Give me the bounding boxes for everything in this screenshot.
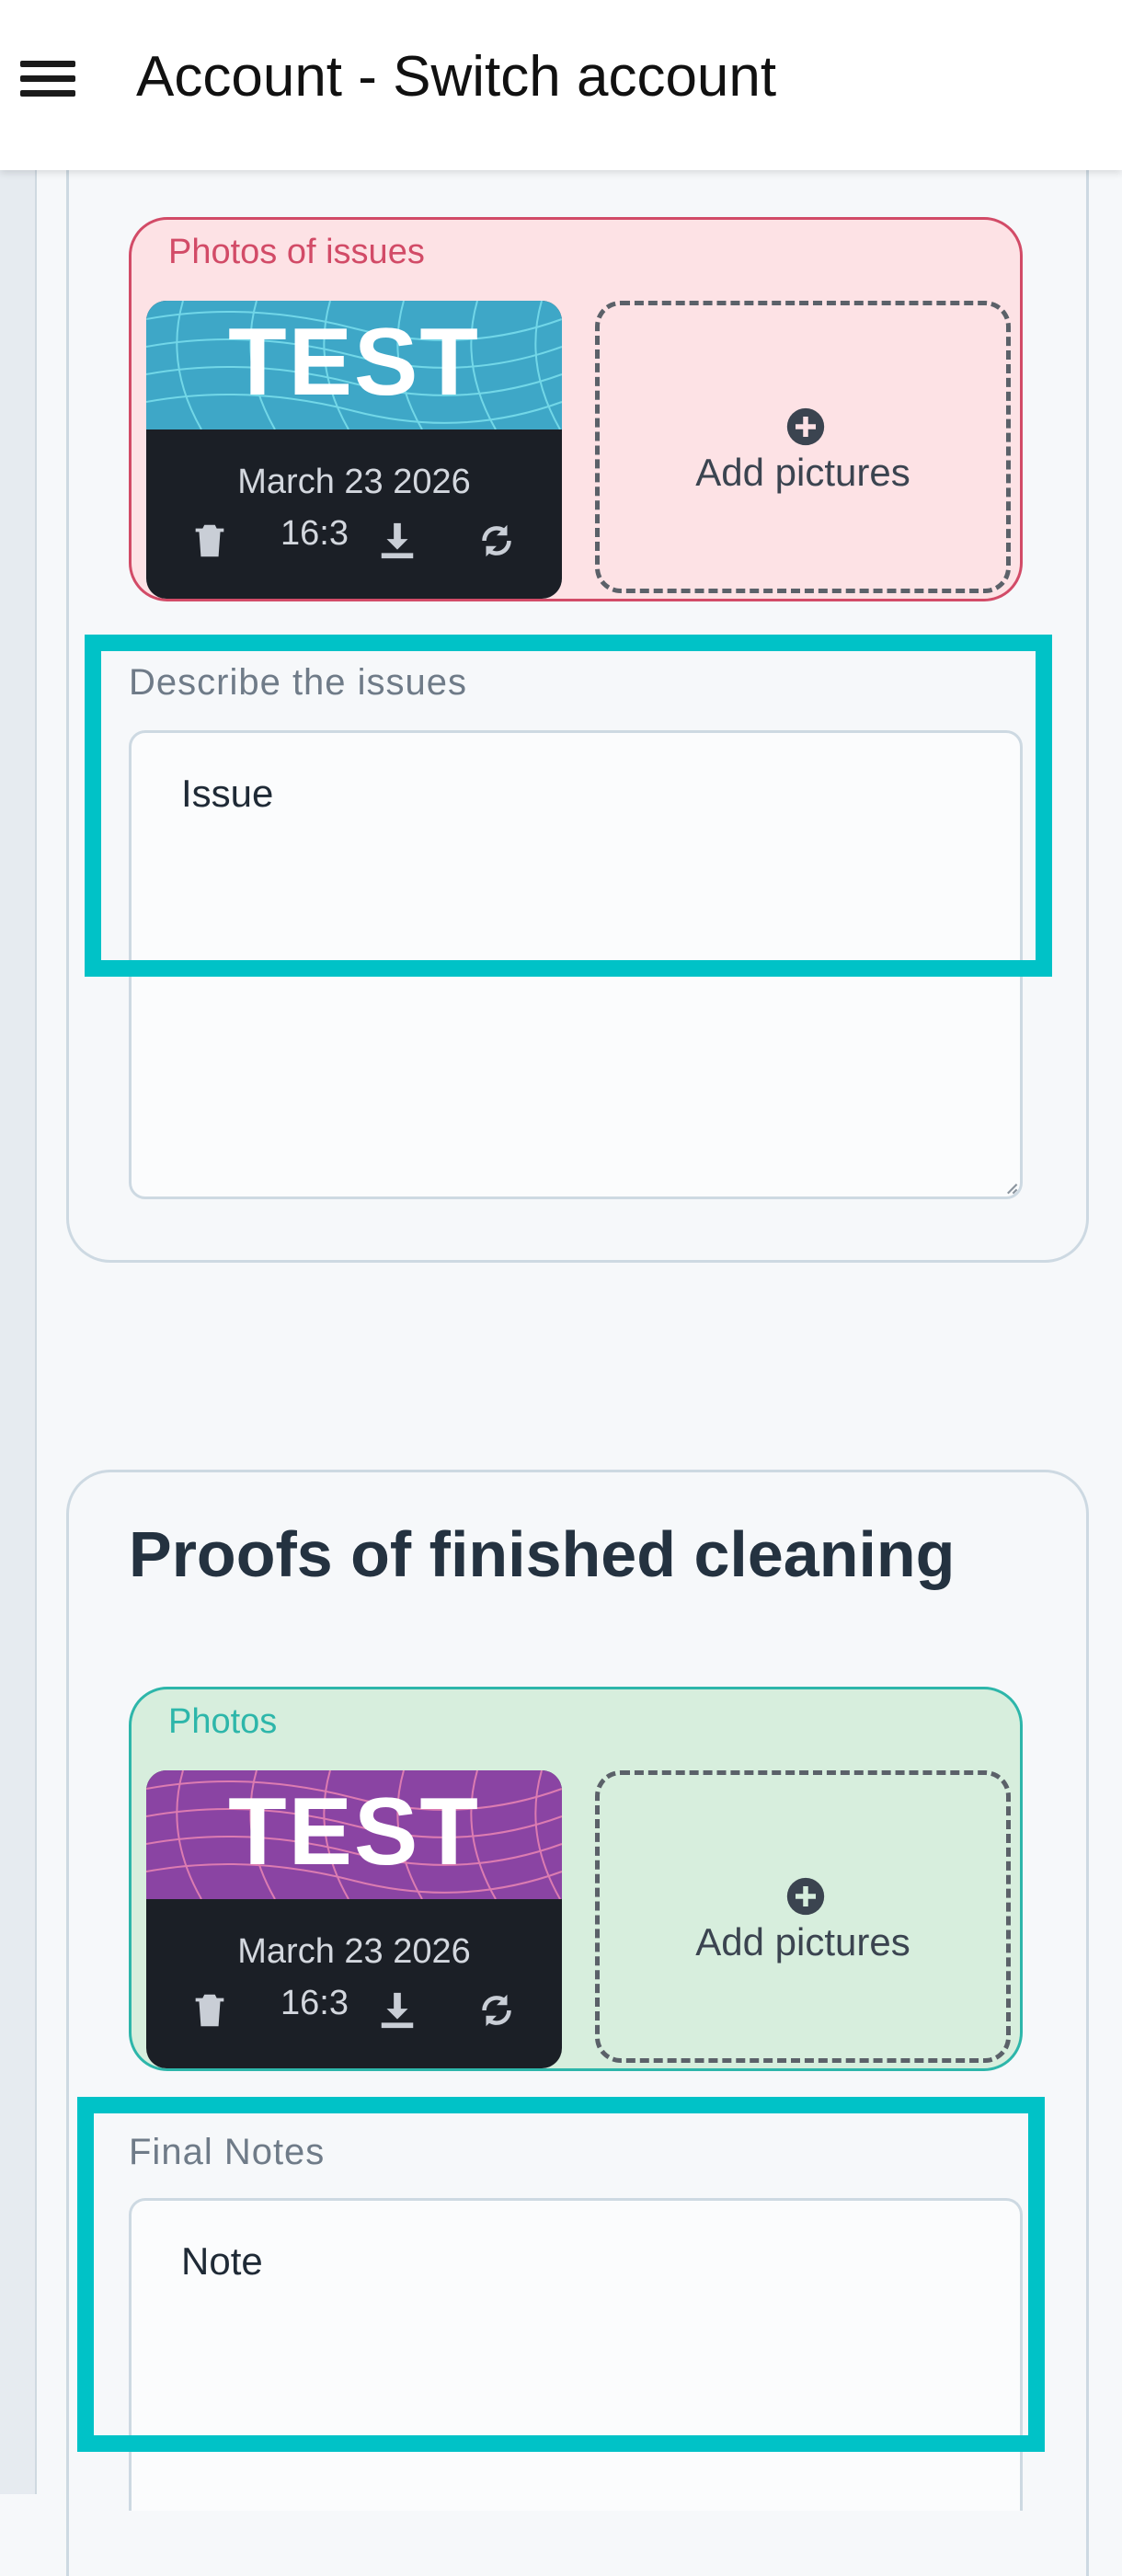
app-header: Account - Switch account	[0, 0, 1122, 170]
proofs-photos-panel: Photos TEST IMAGE March 23 2026 16:3 Add…	[129, 1687, 1023, 2071]
sync-icon[interactable]	[475, 520, 518, 562]
proof-photo-thumbnail[interactable]: TEST IMAGE March 23 2026 16:3	[146, 1770, 562, 2068]
issues-photos-panel: Photos of issues TEST IMAGE March 23 202…	[129, 217, 1023, 601]
proof-photo-time: 16:3	[280, 1984, 349, 2022]
describe-issues-label: Describe the issues	[129, 662, 468, 703]
issue-photo-time: 16:3	[280, 514, 349, 553]
proofs-photos-label: Photos	[168, 1702, 278, 1741]
describe-issues-textarea[interactable]: Issue	[129, 730, 1023, 1199]
issue-photo-thumbnail[interactable]: TEST IMAGE March 23 2026 16:3	[146, 301, 562, 599]
issue-photo-image: TEST IMAGE	[146, 301, 562, 429]
proofs-add-pictures-button[interactable]: Add pictures	[595, 1770, 1011, 2063]
hamburger-menu-icon[interactable]	[18, 57, 81, 101]
describe-issues-value: Issue	[181, 772, 274, 815]
sync-icon[interactable]	[475, 1989, 518, 2032]
proofs-section-title: Proofs of finished cleaning	[129, 1518, 956, 1590]
issues-photos-label: Photos of issues	[168, 233, 425, 271]
final-notes-value: Note	[181, 2239, 263, 2283]
proof-photo-date: March 23 2026	[237, 1932, 471, 1971]
download-icon[interactable]	[376, 520, 418, 562]
add-circle-icon	[786, 407, 825, 446]
final-notes-label: Final Notes	[129, 2132, 326, 2172]
trash-icon[interactable]	[189, 520, 231, 562]
add-circle-icon	[786, 1877, 825, 1916]
download-icon[interactable]	[376, 1989, 418, 2032]
proofs-add-pictures-label: Add pictures	[695, 1920, 910, 1963]
trash-icon[interactable]	[189, 1989, 231, 2032]
issue-photo-date: March 23 2026	[237, 463, 471, 501]
side-rail	[0, 170, 37, 2494]
final-notes-textarea[interactable]: Note	[129, 2198, 1023, 2511]
proof-photo-image-text: TEST IMAGE	[193, 1779, 514, 1899]
proof-photo-image: TEST IMAGE	[146, 1770, 562, 1899]
issues-add-pictures-label: Add pictures	[695, 451, 910, 494]
issues-add-pictures-button[interactable]: Add pictures	[595, 301, 1011, 593]
issue-photo-image-text: TEST IMAGE	[193, 309, 514, 429]
resize-grip-icon[interactable]	[1005, 1182, 1018, 1195]
page-title: Account - Switch account	[136, 45, 777, 109]
